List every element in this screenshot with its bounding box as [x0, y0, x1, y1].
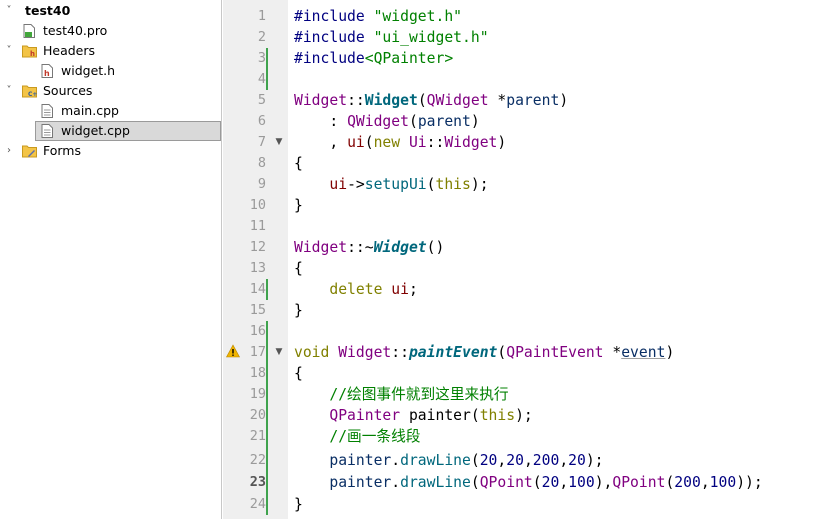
source-file-icon: [41, 104, 53, 118]
tree-item-widget-cpp[interactable]: widget.cpp: [35, 121, 221, 141]
line-number: 8: [257, 155, 266, 171]
code-line-5: Widget::Widget(QWidget *parent): [294, 92, 569, 109]
source-file-icon: [41, 124, 53, 138]
code-line-19: //绘图事件就到这里来执行: [329, 386, 509, 403]
tree-item-label: Forms: [43, 143, 82, 158]
tree-item-label: widget.cpp: [61, 123, 130, 138]
folder-icon: [22, 145, 37, 158]
line-number: 13: [249, 260, 266, 276]
line-number: 6: [257, 113, 266, 129]
code-line-7: , ui(new Ui::Widget): [294, 134, 507, 151]
line-number: 7: [257, 134, 266, 150]
header-file-icon: h: [41, 64, 53, 78]
code-line-8: {: [294, 155, 303, 172]
line-number: 2: [257, 29, 266, 45]
line-number: 3: [257, 50, 266, 66]
line-number: 18: [249, 365, 266, 381]
line-number: 9: [257, 176, 266, 192]
tree-item-main-cpp[interactable]: main.cpp: [0, 101, 221, 121]
fold-marker-icon[interactable]: ▼: [274, 132, 284, 153]
line-number: 17: [249, 344, 266, 360]
tree-item-label: Sources: [43, 83, 93, 98]
line-number: 10: [249, 197, 266, 213]
line-number: 16: [249, 323, 266, 339]
fold-marker-icon[interactable]: ▼: [274, 342, 284, 363]
line-number: 20: [249, 407, 266, 423]
project-tree: ˅ test40 test40.pro ˅ h Headers h widget…: [0, 0, 222, 519]
line-number: 21: [249, 428, 266, 444]
code-line-23: painter.drawLine(QPoint(20,100),QPoint(2…: [329, 474, 763, 491]
line-number: 12: [249, 239, 266, 255]
svg-text:C+: C+: [28, 91, 37, 98]
line-number: 1: [257, 8, 266, 24]
code-line-18: {: [294, 365, 303, 382]
line-number: 11: [249, 218, 266, 234]
tree-item-label: test40.pro: [43, 23, 108, 38]
line-number: 14: [249, 281, 266, 297]
code-line-13: {: [294, 260, 303, 277]
line-number: 5: [257, 92, 266, 108]
code-line-24: }: [294, 496, 303, 513]
chevron-right-icon[interactable]: ›: [3, 141, 15, 161]
change-marker: [266, 321, 268, 515]
code-line-12: Widget::~Widget(): [294, 239, 445, 256]
code-line-17: void Widget::paintEvent(QPaintEvent *eve…: [294, 344, 675, 361]
tree-item-label: test40: [25, 3, 71, 18]
line-number: 4: [257, 71, 266, 87]
code-line-20: QPainter painter(this);: [329, 407, 533, 424]
code-line-6: : QWidget(parent): [294, 113, 480, 130]
code-line-21: //画一条线段: [329, 428, 421, 445]
chevron-down-icon[interactable]: ˅: [3, 41, 15, 61]
line-number: 19: [249, 386, 266, 402]
tree-item-headers[interactable]: ˅ h Headers: [0, 41, 221, 61]
code-line-22: painter.drawLine(20,20,200,20);: [329, 452, 604, 469]
line-number: 24: [249, 496, 266, 512]
change-marker: [266, 48, 268, 90]
tree-item-label: Headers: [43, 43, 96, 58]
line-number: 15: [249, 302, 266, 318]
svg-text:h: h: [44, 69, 50, 78]
code-line-3: #include<QPainter>: [294, 50, 454, 67]
code-line-9: ui->setupUi(this);: [329, 176, 489, 193]
tree-item-sources[interactable]: ˅ C+ Sources: [0, 81, 221, 101]
code-line-10: }: [294, 197, 303, 214]
tree-item-label: main.cpp: [61, 103, 119, 118]
pro-file-icon: [23, 24, 35, 38]
folder-icon: h: [22, 45, 37, 58]
tree-item-forms[interactable]: › Forms: [0, 141, 221, 161]
code-line-15: }: [294, 302, 303, 319]
svg-text:h: h: [30, 50, 35, 58]
folder-icon: C+: [22, 85, 37, 98]
line-number: 23: [249, 474, 266, 490]
tree-item-label: widget.h: [61, 63, 116, 78]
change-marker: [266, 279, 268, 300]
tree-item-test40-pro[interactable]: test40.pro: [0, 21, 221, 41]
chevron-down-icon[interactable]: ˅: [3, 1, 15, 21]
code-line-2: #include "ui_widget.h": [294, 29, 489, 46]
tree-item-widget-h[interactable]: h widget.h: [0, 61, 221, 81]
code-line-1: #include "widget.h": [294, 8, 463, 25]
chevron-down-icon[interactable]: ˅: [3, 81, 15, 101]
tree-item-test40-project[interactable]: ˅ test40: [0, 1, 221, 21]
line-number: 22: [249, 452, 266, 468]
code-line-14: delete ui;: [329, 281, 418, 298]
